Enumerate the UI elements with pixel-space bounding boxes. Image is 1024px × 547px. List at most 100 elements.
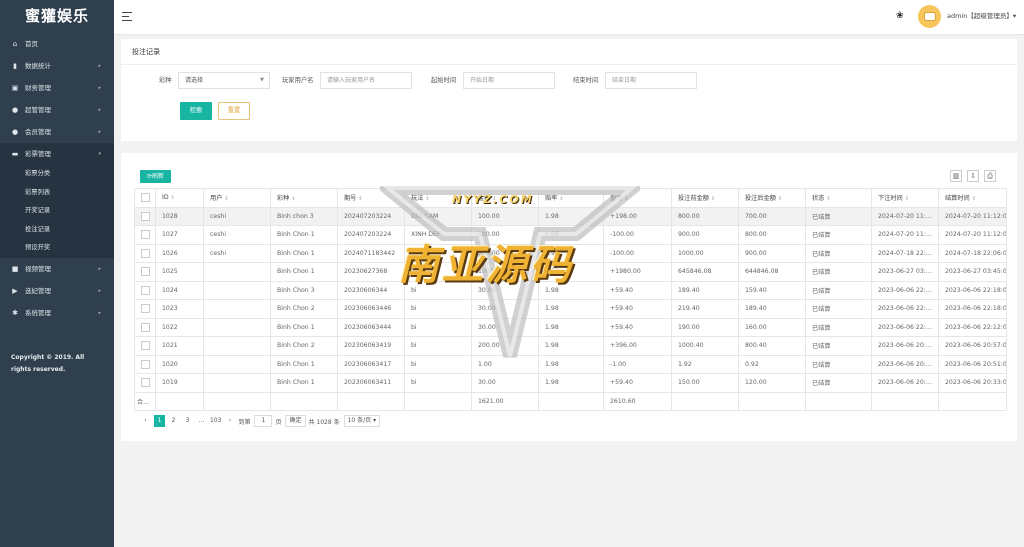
submenu-item[interactable]: 彩票列表 (0, 184, 114, 203)
theme-palette-icon[interactable]: ❀ (896, 11, 906, 21)
avatar[interactable] (918, 5, 941, 28)
row-select-cell (134, 373, 156, 393)
row-checkbox[interactable] (141, 304, 150, 314)
page-size-select[interactable]: 10 条/页 ▾ (343, 415, 381, 427)
row-checkbox[interactable] (141, 267, 150, 277)
sidebar-item[interactable]: ● 超管管理 ▸ (0, 99, 114, 121)
sidebar-item[interactable]: ✱ 系统管理 ▸ (0, 302, 114, 324)
row-checkbox[interactable] (141, 322, 150, 332)
row-checkbox[interactable] (141, 211, 150, 221)
page-number[interactable]: 103 (210, 415, 221, 427)
column-header[interactable]: 下注时间 ⇕ (871, 188, 939, 208)
table-cell: 30.00 (471, 317, 539, 337)
table-cell: 150.00 (671, 373, 739, 393)
column-header[interactable]: 投注前金额 ⇕ (671, 188, 739, 208)
refresh-button[interactable]: ⟳刷新 (140, 170, 171, 183)
table-row[interactable]: 1019 Binh Chon 1 202306063411 bi 30.00 1.98 +5… (134, 373, 1007, 393)
goto-confirm-button[interactable]: 确定 (285, 415, 306, 427)
column-header-label: 盈亏 (610, 195, 623, 203)
user-icon: ● (11, 106, 19, 114)
sort-icon[interactable]: ⇕ (826, 196, 830, 202)
goto-page-input[interactable]: 1 (254, 415, 273, 427)
sidebar-item[interactable]: ▬ 彩票管理 ▾ (0, 143, 114, 165)
sort-icon[interactable]: ⇕ (624, 196, 628, 202)
table-row[interactable]: 1022 Binh Chon 1 202306063444 bi 30.00 1.98 +5… (134, 317, 1007, 337)
submenu-item[interactable]: 投注记录 (0, 221, 114, 240)
table-cell: 1.98 (538, 317, 604, 337)
row-checkbox[interactable] (141, 359, 150, 369)
column-header[interactable]: ID ⇕ (155, 188, 204, 208)
row-checkbox[interactable] (141, 248, 150, 258)
sort-icon[interactable]: ⇕ (224, 196, 228, 202)
menu-toggle-icon[interactable] (122, 12, 132, 21)
page-number[interactable]: 2 (168, 415, 179, 427)
table-cell: 2023-06-06 22:18:03 (938, 280, 1007, 300)
column-header[interactable]: 状态 ⇕ (805, 188, 872, 208)
sort-icon[interactable]: ⇕ (972, 196, 976, 202)
page-number[interactable]: 3 (182, 415, 193, 427)
chevron-icon: ▸ (98, 265, 101, 272)
lottery-select[interactable]: 请选择 ▼ (178, 72, 270, 89)
export-icon[interactable]: ⇩ (967, 170, 979, 182)
end-date-input[interactable]: 结束日期 (605, 72, 697, 89)
sort-icon[interactable]: ⇕ (711, 196, 715, 202)
next-page-icon[interactable]: › (224, 415, 235, 427)
sort-icon[interactable]: ⇕ (171, 195, 175, 201)
copyright-text: Copyright © 2019. All rights reserved. (11, 354, 85, 373)
row-checkbox[interactable] (141, 341, 150, 351)
table-cell: 900.00 (738, 243, 806, 263)
table-row[interactable]: 1021 Binh Chon 2 202306063419 bi 200.00 1.98 +… (134, 336, 1007, 356)
table-row[interactable]: 1020 Binh Chon 1 202306063417 bi 1.00 1.98 -1.… (134, 354, 1007, 374)
table-cell: 已结算 (805, 299, 872, 319)
reset-button[interactable]: 重置 (218, 102, 250, 120)
end-time-label: 结束时间 (573, 77, 599, 84)
page-number[interactable]: 1 (154, 415, 165, 427)
sidebar-item[interactable]: ■ 视频管理 ▸ (0, 258, 114, 280)
table-row[interactable]: 1023 Binh Chon 2 202306063446 bi 30.00 1.98 +5… (134, 299, 1007, 319)
column-header[interactable]: 投注后金额 ⇕ (738, 188, 806, 208)
search-button[interactable]: 检索 (180, 102, 212, 120)
row-checkbox[interactable] (141, 230, 150, 240)
column-header[interactable]: 结算时间 ⇕ (938, 188, 1007, 208)
select-all-checkbox[interactable] (141, 193, 150, 203)
table-cell: 202306063446 (337, 299, 405, 319)
prev-page-icon[interactable]: ‹ (140, 415, 151, 427)
table-cell: 2023-06-06 20:... (871, 336, 939, 356)
sidebar-item[interactable]: ▣ 财务管理 ▸ (0, 77, 114, 99)
sidebar-item[interactable]: ● 会员管理 ▸ (0, 121, 114, 143)
column-header[interactable]: 用户 ⇕ (203, 188, 271, 208)
table-cell: 2023-06-06 22:... (871, 299, 939, 319)
table-cell: 20230627368 (337, 262, 405, 282)
column-header[interactable]: 赔率 ⇕ (538, 188, 604, 208)
columns-icon[interactable]: ▥ (950, 170, 962, 182)
sort-icon[interactable]: ⇕ (425, 196, 429, 202)
sidebar-item[interactable]: ▶ 选妃管理 ▸ (0, 280, 114, 302)
user-menu[interactable]: admin【超级管理员】▾ (947, 11, 1016, 21)
column-header[interactable]: 期号 ⇕ (337, 188, 405, 208)
sort-icon[interactable]: ⇕ (358, 196, 362, 202)
submenu-item[interactable]: 预设开奖 (0, 239, 114, 258)
column-header-label: 下注时间 (878, 195, 903, 203)
start-date-input[interactable]: 开始日期 (463, 72, 555, 89)
sidebar-item-label: 选妃管理 (25, 286, 51, 295)
page-number[interactable]: ... (196, 415, 207, 427)
table-cell: bi (404, 373, 472, 393)
row-checkbox[interactable] (141, 378, 150, 388)
table-cell: 202306063411 (337, 373, 405, 393)
sidebar-item-label: 数据统计 (25, 62, 51, 70)
sort-icon[interactable]: ⇕ (559, 196, 563, 202)
submenu-item[interactable]: 彩票分类 (0, 165, 114, 184)
player-input[interactable]: 请输入玩家用户名 (320, 72, 412, 89)
sort-icon[interactable]: ⇕ (905, 196, 909, 202)
table-row[interactable]: 1028 ceshi Binh chon 3 202407203224 GOI CAM 1… (134, 206, 1007, 226)
row-checkbox[interactable] (141, 285, 150, 295)
sidebar-item[interactable]: ⌂ 首页 (0, 33, 114, 55)
sort-icon[interactable]: ⇕ (291, 196, 295, 202)
print-icon[interactable]: ⎙ (984, 170, 996, 182)
sidebar-item[interactable]: ▮ 数据统计 ▸ (0, 55, 114, 77)
sort-icon[interactable]: ⇕ (778, 196, 782, 202)
column-header[interactable]: 彩种 ⇕ (270, 188, 338, 208)
table-cell: Binh Chon 1 (270, 373, 338, 393)
column-header[interactable]: 盈亏 ⇕ (603, 188, 672, 208)
submenu-item[interactable]: 开奖记录 (0, 202, 114, 221)
